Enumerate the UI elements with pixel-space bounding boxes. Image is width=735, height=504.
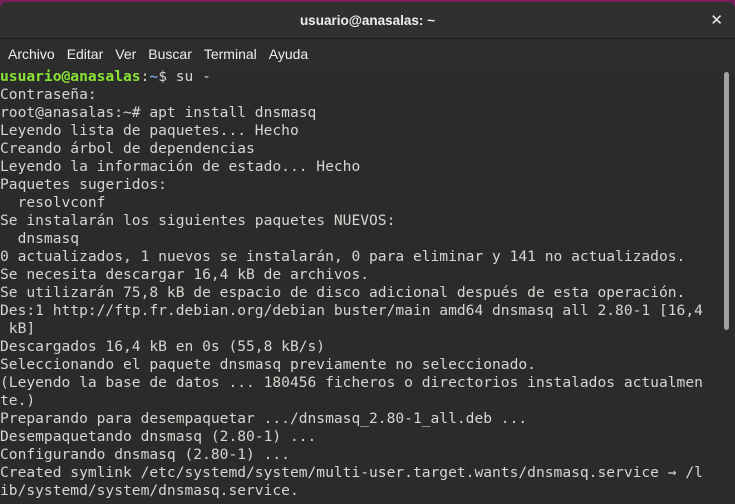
menu-bar: Archivo Editar Ver Buscar Terminal Ayuda: [0, 39, 735, 68]
output-line: resolvconf: [0, 194, 106, 211]
menu-terminal[interactable]: Terminal: [198, 46, 263, 62]
output-line: Contraseña:: [0, 86, 97, 103]
output-line: Descargados 16,4 kB en 0s (55,8 kB/s): [0, 338, 326, 355]
output-line: 0 actualizados, 1 nuevos se instalarán, …: [0, 248, 686, 265]
menu-buscar[interactable]: Buscar: [142, 46, 198, 62]
output-line: Leyendo lista de paquetes... Hecho: [0, 122, 299, 139]
output-line: Configurando dnsmasq (2.80-1) ...: [0, 446, 290, 463]
output-line: Se necesita descargar 16,4 kB de archivo…: [0, 266, 370, 283]
output-line: te.): [0, 392, 36, 409]
output-line: kB]: [0, 320, 36, 337]
scrollbar-thumb[interactable]: [724, 72, 729, 330]
output-line: Desempaquetando dnsmasq (2.80-1) ...: [0, 428, 317, 445]
menu-archivo[interactable]: Archivo: [2, 46, 61, 62]
output-line: Paquetes sugeridos:: [0, 176, 167, 193]
prompt-path: ~: [149, 68, 159, 85]
output-line: ib/systemd/system/dnsmasq.service.: [0, 482, 299, 499]
prompt-line: usuario@anasalas:~$ su -: [0, 68, 718, 86]
window-title: usuario@anasalas: ~: [299, 12, 436, 28]
output-line: Created symlink /etc/systemd/system/mult…: [0, 464, 703, 481]
output-line: Leyendo la información de estado... Hech…: [0, 158, 361, 175]
output-line: Se instalarán los siguientes paquetes NU…: [0, 212, 396, 229]
terminal-output[interactable]: usuario@anasalas:~$ su - Contraseña: root…: [0, 68, 718, 504]
output-line: dnsmasq: [0, 230, 80, 247]
output-line: Se utilizarán 75,8 kB de espacio de disc…: [0, 284, 686, 301]
output-line: Preparando para desempaquetar .../dnsmas…: [0, 410, 528, 427]
menu-ver[interactable]: Ver: [109, 46, 142, 62]
output-line: (Leyendo la base de datos ... 180456 fic…: [0, 374, 703, 391]
prompt-user: usuario@anasalas: [0, 68, 141, 85]
close-icon[interactable]: ✕: [710, 11, 723, 29]
scrollbar[interactable]: [718, 68, 735, 504]
prompt-command: $ su -: [158, 68, 211, 85]
menu-editar[interactable]: Editar: [61, 46, 110, 62]
title-bar[interactable]: usuario@anasalas: ~ ✕: [0, 2, 735, 39]
terminal-window: usuario@anasalas: ~ ✕ Archivo Editar Ver…: [0, 2, 735, 504]
output-line: Creando árbol de dependencias: [0, 140, 255, 157]
output-line: Seleccionando el paquete dnsmasq previam…: [0, 356, 536, 373]
output-line: Des:1 http://ftp.fr.debian.org/debian bu…: [0, 302, 703, 319]
menu-ayuda[interactable]: Ayuda: [263, 46, 314, 62]
output-line: root@anasalas:~# apt install dnsmasq: [0, 104, 317, 121]
